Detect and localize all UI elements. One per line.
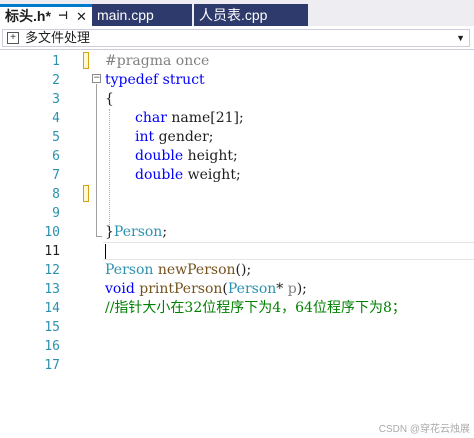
tab-label: 标头.h* <box>5 8 51 24</box>
line-number: 5 <box>52 130 60 145</box>
tab-header-file[interactable]: 标头.h* ⊣ ✕ <box>0 4 92 26</box>
line-number: 9 <box>52 206 60 221</box>
tab-label: main.cpp <box>97 7 154 23</box>
type-token: double <box>135 167 184 183</box>
function-token: printPerson <box>139 281 223 297</box>
code-line: 13 void printPerson(Person* p); <box>0 280 474 299</box>
scope-dropdown[interactable]: + 多文件处理 ▼ <box>2 29 470 47</box>
code-text: double weight; <box>135 166 241 185</box>
scope-label: 多文件处理 <box>25 30 91 45</box>
code-text: }Person; <box>105 223 167 242</box>
type-token: Person <box>227 281 277 297</box>
code-line: 3 { <box>0 90 474 109</box>
code-text: void printPerson(Person* p); <box>105 280 307 299</box>
keyword-token: void <box>105 281 135 297</box>
member-decl: weight; <box>183 167 241 183</box>
code-text: { <box>105 91 114 107</box>
text-caret <box>105 244 106 259</box>
line-number: 11 <box>44 244 60 259</box>
line-number: 4 <box>52 111 60 126</box>
code-line: 10 }Person; <box>0 223 474 242</box>
code-editor[interactable]: − 1 #pragma once 2 typedef struct 3 { 4 … <box>0 50 474 438</box>
code-line: 16 <box>0 337 474 356</box>
code-line: 9 <box>0 204 474 223</box>
code-line: 15 <box>0 318 474 337</box>
watermark: CSDN @穿花云烛展 <box>378 424 470 435</box>
line-number: 17 <box>44 358 60 373</box>
code-text: Person newPerson(); <box>105 261 251 280</box>
line-number: 13 <box>44 282 60 297</box>
member-decl: gender; <box>154 129 214 145</box>
type-token: int <box>135 129 155 145</box>
comment-text: //指针大小在32位程序下为4，64位程序下为8； <box>105 300 406 316</box>
tab-main-cpp[interactable]: main.cpp <box>92 4 192 26</box>
line-number: 15 <box>44 320 60 335</box>
code-line: 1 #pragma once <box>0 52 474 71</box>
function-token: newPerson <box>157 262 236 278</box>
tab-bar: 标头.h* ⊣ ✕ main.cpp 人员表.cpp <box>0 0 474 26</box>
code-line: 12 Person newPerson(); <box>0 261 474 280</box>
code-line: 8 <box>0 185 474 204</box>
navigation-bar: + 多文件处理 ▼ <box>0 26 474 50</box>
code-text: #pragma once <box>105 53 210 69</box>
line-number: 6 <box>52 149 60 164</box>
tab-label: 人员表.cpp <box>199 7 268 23</box>
line-number: 14 <box>44 301 60 316</box>
chevron-down-icon[interactable]: ▼ <box>456 30 465 46</box>
line-number: 1 <box>52 54 60 69</box>
code-text: int gender; <box>135 128 214 147</box>
line-number: 8 <box>52 187 60 202</box>
param-token: p <box>287 281 297 297</box>
keyword-token: typedef <box>105 72 159 88</box>
punct-token: ); <box>296 281 307 297</box>
code-line: 2 typedef struct <box>0 71 474 90</box>
line-number: 16 <box>44 339 60 354</box>
member-decl: name[21]; <box>166 110 244 126</box>
code-line-current: 11 <box>0 242 474 261</box>
close-icon[interactable]: ✕ <box>76 7 87 26</box>
code-line: 7 double weight; <box>0 166 474 185</box>
code-line: 6 double height; <box>0 147 474 166</box>
code-line: 17 <box>0 356 474 375</box>
code-text: double height; <box>135 147 238 166</box>
member-decl: height; <box>183 148 238 164</box>
line-number: 3 <box>52 92 60 107</box>
type-token: Person <box>105 262 154 278</box>
type-token: Person <box>113 224 163 240</box>
code-line: 14 //指针大小在32位程序下为4，64位程序下为8； <box>0 299 474 318</box>
code-line: 5 int gender; <box>0 128 474 147</box>
semicolon-token: ; <box>162 224 168 240</box>
pin-icon[interactable]: ⊣ <box>58 7 68 26</box>
line-number: 10 <box>44 225 60 240</box>
punct-token: (); <box>235 262 252 278</box>
line-number: 7 <box>52 168 60 183</box>
type-token: char <box>135 110 167 126</box>
tab-personnel-cpp[interactable]: 人员表.cpp <box>194 4 308 26</box>
brace-token: } <box>105 224 114 240</box>
keyword-token: struct <box>162 72 205 88</box>
code-line: 4 char name[21]; <box>0 109 474 128</box>
line-number: 2 <box>52 73 60 88</box>
code-text: typedef struct <box>105 71 205 90</box>
scope-icon: + <box>7 32 19 44</box>
line-number: 12 <box>44 263 60 278</box>
punct-token: * <box>276 281 288 297</box>
code-text: char name[21]; <box>135 109 244 128</box>
type-token: double <box>135 148 184 164</box>
